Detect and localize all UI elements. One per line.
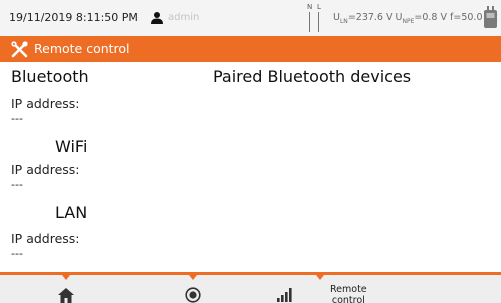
paired-devices-heading: Paired Bluetooth devices [213,67,412,86]
bottom-toolbar: Remote control [0,272,501,303]
upe-label: U [395,12,403,23]
lan-heading: LAN [55,203,88,222]
remote-notch [316,275,324,280]
wifi-heading: WiFi [55,137,88,156]
voltage-readings: ULN=237.6 V UNPE=0.8 V f=50.0 Hz [333,12,498,25]
signal-icon[interactable] [276,286,294,302]
wifi-ip-label: IP address: [11,162,80,177]
remote-tab-line1: Remote [330,284,367,295]
home-icon[interactable] [58,288,74,303]
user-name: admin [168,12,200,23]
lan-ip-value: --- [11,247,23,260]
title-bar: Remote control [0,36,501,62]
tools-icon [11,41,28,58]
nl-indicator-icon: N L [307,3,323,33]
upe-sub: NPE [402,17,415,25]
remote-control-tab[interactable]: Remote control [330,284,367,303]
record-icon[interactable] [185,287,201,303]
remote-tab-line2: control [331,295,365,303]
wifi-ip-value: --- [11,178,23,191]
datetime: 19/11/2019 8:11:50 PM [9,11,138,24]
record-notch [189,275,197,280]
page-title: Remote control [34,41,130,56]
uln-value: =237.6 V [347,12,393,23]
home-notch [62,275,70,280]
upe-value: =0.8 V [414,12,447,23]
uln-label: U [333,12,340,23]
user-icon [151,12,163,24]
nl-n-label: N [307,3,313,11]
bluetooth-ip-value: --- [11,112,23,125]
bluetooth-ip-label: IP address: [11,96,80,111]
nl-l-label: L [317,3,321,11]
uln-sub: LN [339,17,348,25]
device-icon [484,6,497,28]
bluetooth-heading: Bluetooth [11,67,89,86]
lan-ip-label: IP address: [11,231,80,246]
status-bar: 19/11/2019 8:11:50 PM admin N L ULN=237.… [0,0,501,36]
